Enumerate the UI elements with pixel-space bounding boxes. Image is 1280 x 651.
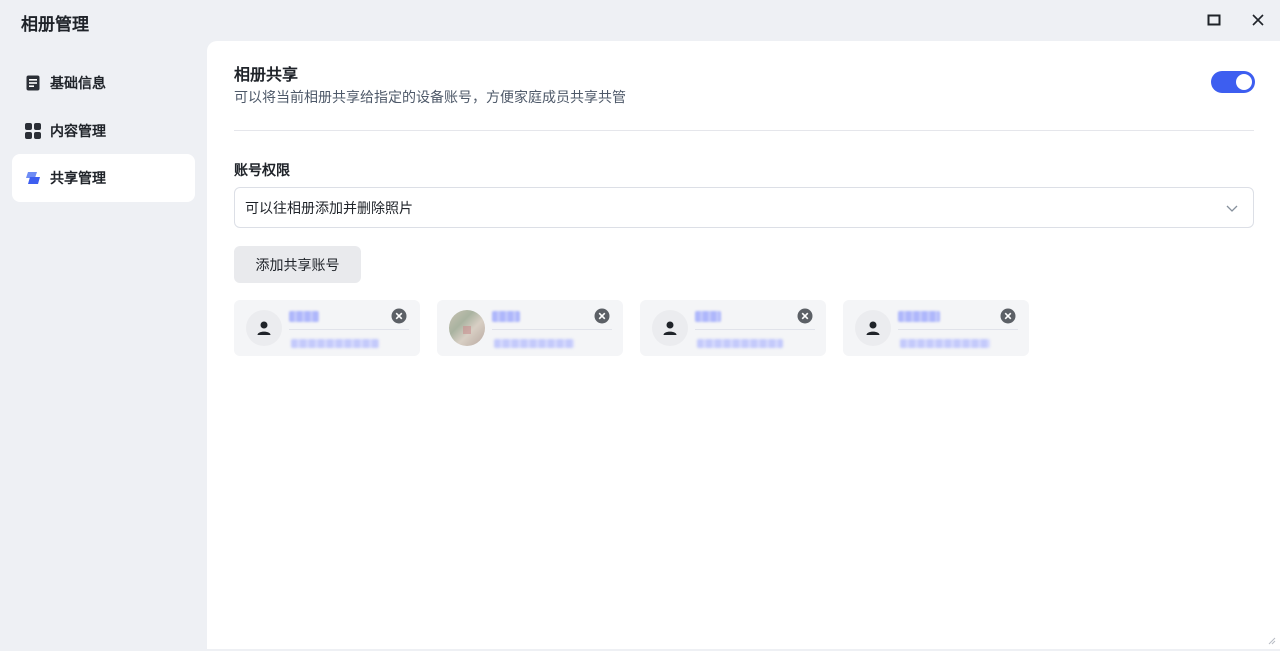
person-icon — [257, 321, 271, 335]
sidebar-item-label: 共享管理 — [50, 171, 106, 187]
maximize-icon — [1207, 14, 1221, 26]
remove-account-button[interactable] — [594, 308, 610, 324]
close-button[interactable] — [1245, 8, 1271, 32]
maximize-button[interactable] — [1201, 8, 1227, 32]
window-title: 相册管理 — [21, 15, 89, 35]
divider — [289, 329, 409, 330]
close-icon — [1252, 14, 1264, 26]
account-card — [843, 300, 1029, 356]
remove-account-button[interactable] — [391, 308, 407, 324]
avatar — [855, 310, 891, 346]
divider — [695, 329, 815, 330]
sidebar: 基础信息 内容管理 共享管理 — [0, 41, 207, 651]
title-bar: 相册管理 — [0, 0, 1280, 41]
account-id-redacted — [291, 339, 379, 348]
avatar — [246, 310, 282, 346]
permission-selected-value: 可以往相册添加并删除照片 — [245, 200, 413, 217]
close-circle-icon — [797, 308, 813, 324]
account-name-redacted — [289, 311, 319, 322]
section-description: 可以将当前相册共享给指定的设备账号，方便家庭成员共享共管 — [234, 90, 626, 106]
sidebar-item-content-management[interactable]: 内容管理 — [12, 107, 195, 155]
divider — [898, 329, 1018, 330]
divider — [234, 130, 1254, 131]
remove-account-button[interactable] — [797, 308, 813, 324]
sidebar-item-label: 内容管理 — [50, 124, 106, 140]
share-icon — [25, 170, 41, 186]
share-toggle[interactable] — [1211, 71, 1255, 93]
shared-accounts-list — [234, 300, 1254, 357]
account-id-redacted — [900, 339, 990, 348]
account-id-redacted — [494, 339, 574, 348]
divider — [492, 329, 612, 330]
account-name-redacted — [898, 311, 940, 322]
close-circle-icon — [391, 308, 407, 324]
account-card — [234, 300, 420, 356]
avatar — [652, 310, 688, 346]
document-icon — [25, 75, 41, 91]
close-circle-icon — [1000, 308, 1016, 324]
close-circle-icon — [594, 308, 610, 324]
sidebar-item-share-management[interactable]: 共享管理 — [12, 154, 195, 202]
permission-label: 账号权限 — [234, 163, 290, 179]
chevron-down-icon — [1226, 205, 1238, 212]
sidebar-item-basic-info[interactable]: 基础信息 — [12, 59, 195, 107]
sidebar-item-label: 基础信息 — [50, 76, 106, 92]
account-name-redacted — [695, 311, 721, 322]
album-management-window: 相册管理 基础信息 内容管理 共享管理 相册共享 可以将当前相册共享给指定的设备… — [0, 0, 1280, 651]
person-icon — [663, 321, 677, 335]
permission-select[interactable]: 可以往相册添加并删除照片 — [234, 187, 1254, 228]
add-share-account-button[interactable]: 添加共享账号 — [234, 246, 361, 283]
toggle-knob — [1236, 74, 1252, 90]
resize-grip-icon[interactable] — [1266, 635, 1276, 645]
avatar — [449, 310, 485, 346]
account-card — [640, 300, 826, 356]
person-icon — [866, 321, 880, 335]
section-title: 相册共享 — [234, 65, 299, 84]
account-card — [437, 300, 623, 356]
account-id-redacted — [697, 339, 783, 348]
share-settings-panel: 相册共享 可以将当前相册共享给指定的设备账号，方便家庭成员共享共管 账号权限 可… — [207, 41, 1280, 649]
grid-icon — [25, 123, 41, 139]
remove-account-button[interactable] — [1000, 308, 1016, 324]
account-name-redacted — [492, 311, 520, 322]
